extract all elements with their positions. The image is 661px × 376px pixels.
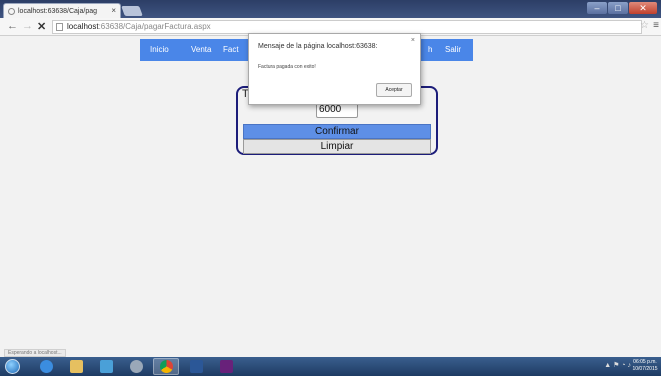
windows-orb-icon [5,359,20,374]
nav-item-salir[interactable]: Salir [445,39,461,61]
clock-date: 10/07/2015 [632,366,658,372]
accept-button[interactable]: Aceptar [376,83,412,97]
tab-close-icon[interactable]: × [111,6,116,15]
start-button[interactable] [3,358,22,375]
clear-button[interactable]: Limpiar [243,139,431,154]
taskbar-ie[interactable] [33,358,59,375]
nav-item-factura[interactable]: Fact [223,39,239,61]
taskbar: ▲ ⚑ ◔ ♪ 06:05 p.m. 10/07/2015 [0,357,661,376]
media-player-icon [99,360,113,373]
tab-title: localhost:63638/Caja/pag [18,7,98,15]
taskbar-clock[interactable]: 06:05 p.m. 10/07/2015 [632,359,658,373]
page-icon [56,23,63,31]
nav-item-inicio[interactable]: Inicio [150,39,169,61]
nav-item-partial[interactable]: h [428,39,432,61]
forward-arrow-icon[interactable]: → [22,20,33,32]
taskbar-media[interactable] [93,358,119,375]
url-input[interactable]: localhost:63638/Caja/pagarFactura.aspx [52,20,642,34]
word-icon [189,360,203,373]
url-host: localhost [67,22,99,31]
internet-explorer-icon [39,360,53,373]
taskbar-explorer[interactable] [63,358,89,375]
close-window-button[interactable]: ✕ [629,2,657,14]
nav-item-venta[interactable]: Venta [191,39,211,61]
taskbar-app[interactable] [123,358,149,375]
visual-studio-icon [219,360,233,373]
maximize-button[interactable]: □ [608,2,628,14]
window-controls: – □ ✕ [587,2,657,14]
url-path: :63638/Caja/pagarFactura.aspx [98,22,211,31]
taskbar-word[interactable] [183,358,209,375]
confirm-button[interactable]: Confirmar [243,124,431,139]
bookmark-star-icon[interactable]: ☆ [640,20,649,31]
taskbar-visual-studio[interactable] [213,358,239,375]
chrome-icon [159,360,173,373]
back-arrow-icon[interactable]: ← [7,20,18,32]
menu-icon[interactable]: ≡ [653,20,659,31]
dialog-message: Factura pagada con exito! [258,64,316,70]
taskbar-chrome[interactable] [153,358,179,375]
stop-icon[interactable]: ✕ [37,20,46,33]
dialog-close-icon[interactable]: × [411,37,415,44]
folder-icon [69,360,83,373]
new-tab-button[interactable] [121,6,143,16]
tray-icons[interactable]: ▲ ⚑ ◔ ♪ [604,361,631,369]
minimize-button[interactable]: – [587,2,607,14]
dialog-title: Mensaje de la página localhost:63638: [258,43,378,50]
status-bubble: Esperando a localhost... [4,349,66,357]
loading-icon [8,7,15,15]
app-icon [129,360,143,373]
clock-time: 06:05 p.m. [633,359,657,365]
browser-titlebar: localhost:63638/Caja/pag × – □ ✕ [0,0,661,18]
browser-tab[interactable]: localhost:63638/Caja/pag × [3,3,121,18]
alert-dialog: Mensaje de la página localhost:63638: × … [248,33,421,105]
